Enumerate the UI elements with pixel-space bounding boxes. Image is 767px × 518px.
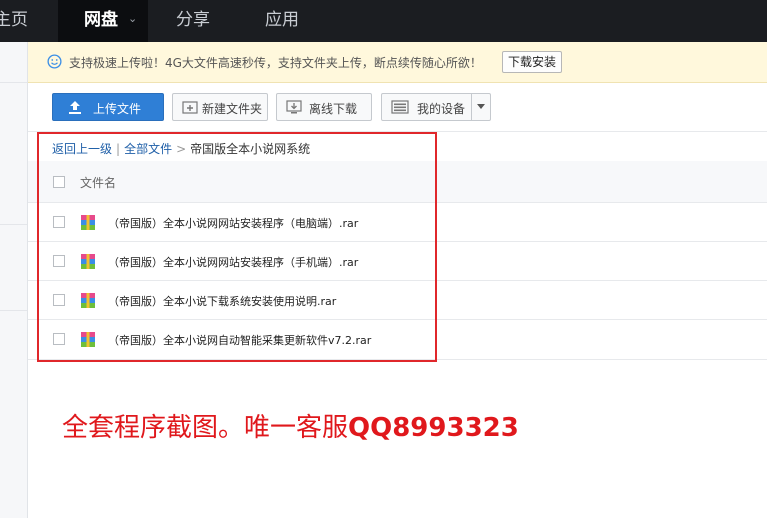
my-device-button[interactable]: 我的设备 <box>381 93 491 121</box>
new-folder-button[interactable]: 新建文件夹 <box>172 93 268 121</box>
upload-button[interactable]: 上传文件 <box>52 93 164 121</box>
device-icon <box>391 100 409 114</box>
chevron-down-icon[interactable]: ⌄ <box>128 0 137 39</box>
sidebar-divider <box>0 310 27 311</box>
caption-text: 全套程序截图。唯一客服 <box>62 413 349 443</box>
caption: 全套程序截图。唯一客服QQ8993323 <box>62 407 519 444</box>
upload-icon <box>69 101 81 114</box>
nav-apps[interactable]: 应用 <box>265 0 299 42</box>
nav-home[interactable]: 主页 <box>0 0 28 42</box>
new-folder-label: 新建文件夹 <box>202 102 263 116</box>
sidebar <box>0 42 28 518</box>
sidebar-divider <box>0 224 27 225</box>
nav-share[interactable]: 分享 <box>176 0 210 42</box>
nav-disk[interactable]: 网盘 ⌄ <box>58 0 148 42</box>
notice-bar: 支持极速上传啦！4G大文件高速秒传，支持文件夹上传，断点续传随心所欲！ 下载安装 <box>28 42 767 83</box>
highlight-box <box>37 132 437 362</box>
offline-download-label: 离线下载 <box>309 102 358 116</box>
new-folder-icon <box>182 101 198 114</box>
offline-download-button[interactable]: 离线下载 <box>276 93 372 121</box>
top-nav: 主页 网盘 ⌄ 分享 应用 <box>0 0 767 42</box>
offline-download-icon <box>286 100 302 114</box>
notice-text: 支持极速上传啦！4G大文件高速秒传，支持文件夹上传，断点续传随心所欲！ <box>69 56 482 70</box>
toolbar: 上传文件 新建文件夹 离线下载 我的设备 <box>28 83 767 131</box>
caret-down-icon[interactable] <box>477 104 485 109</box>
upload-label: 上传文件 <box>93 102 142 116</box>
nav-disk-label: 网盘 <box>84 10 118 30</box>
dropdown-divider <box>471 94 472 120</box>
caption-qq: QQ8993323 <box>348 413 519 443</box>
download-install-button[interactable]: 下载安装 <box>502 51 562 73</box>
sidebar-divider <box>0 82 27 83</box>
smile-icon <box>47 54 62 69</box>
my-device-label: 我的设备 <box>417 102 466 116</box>
